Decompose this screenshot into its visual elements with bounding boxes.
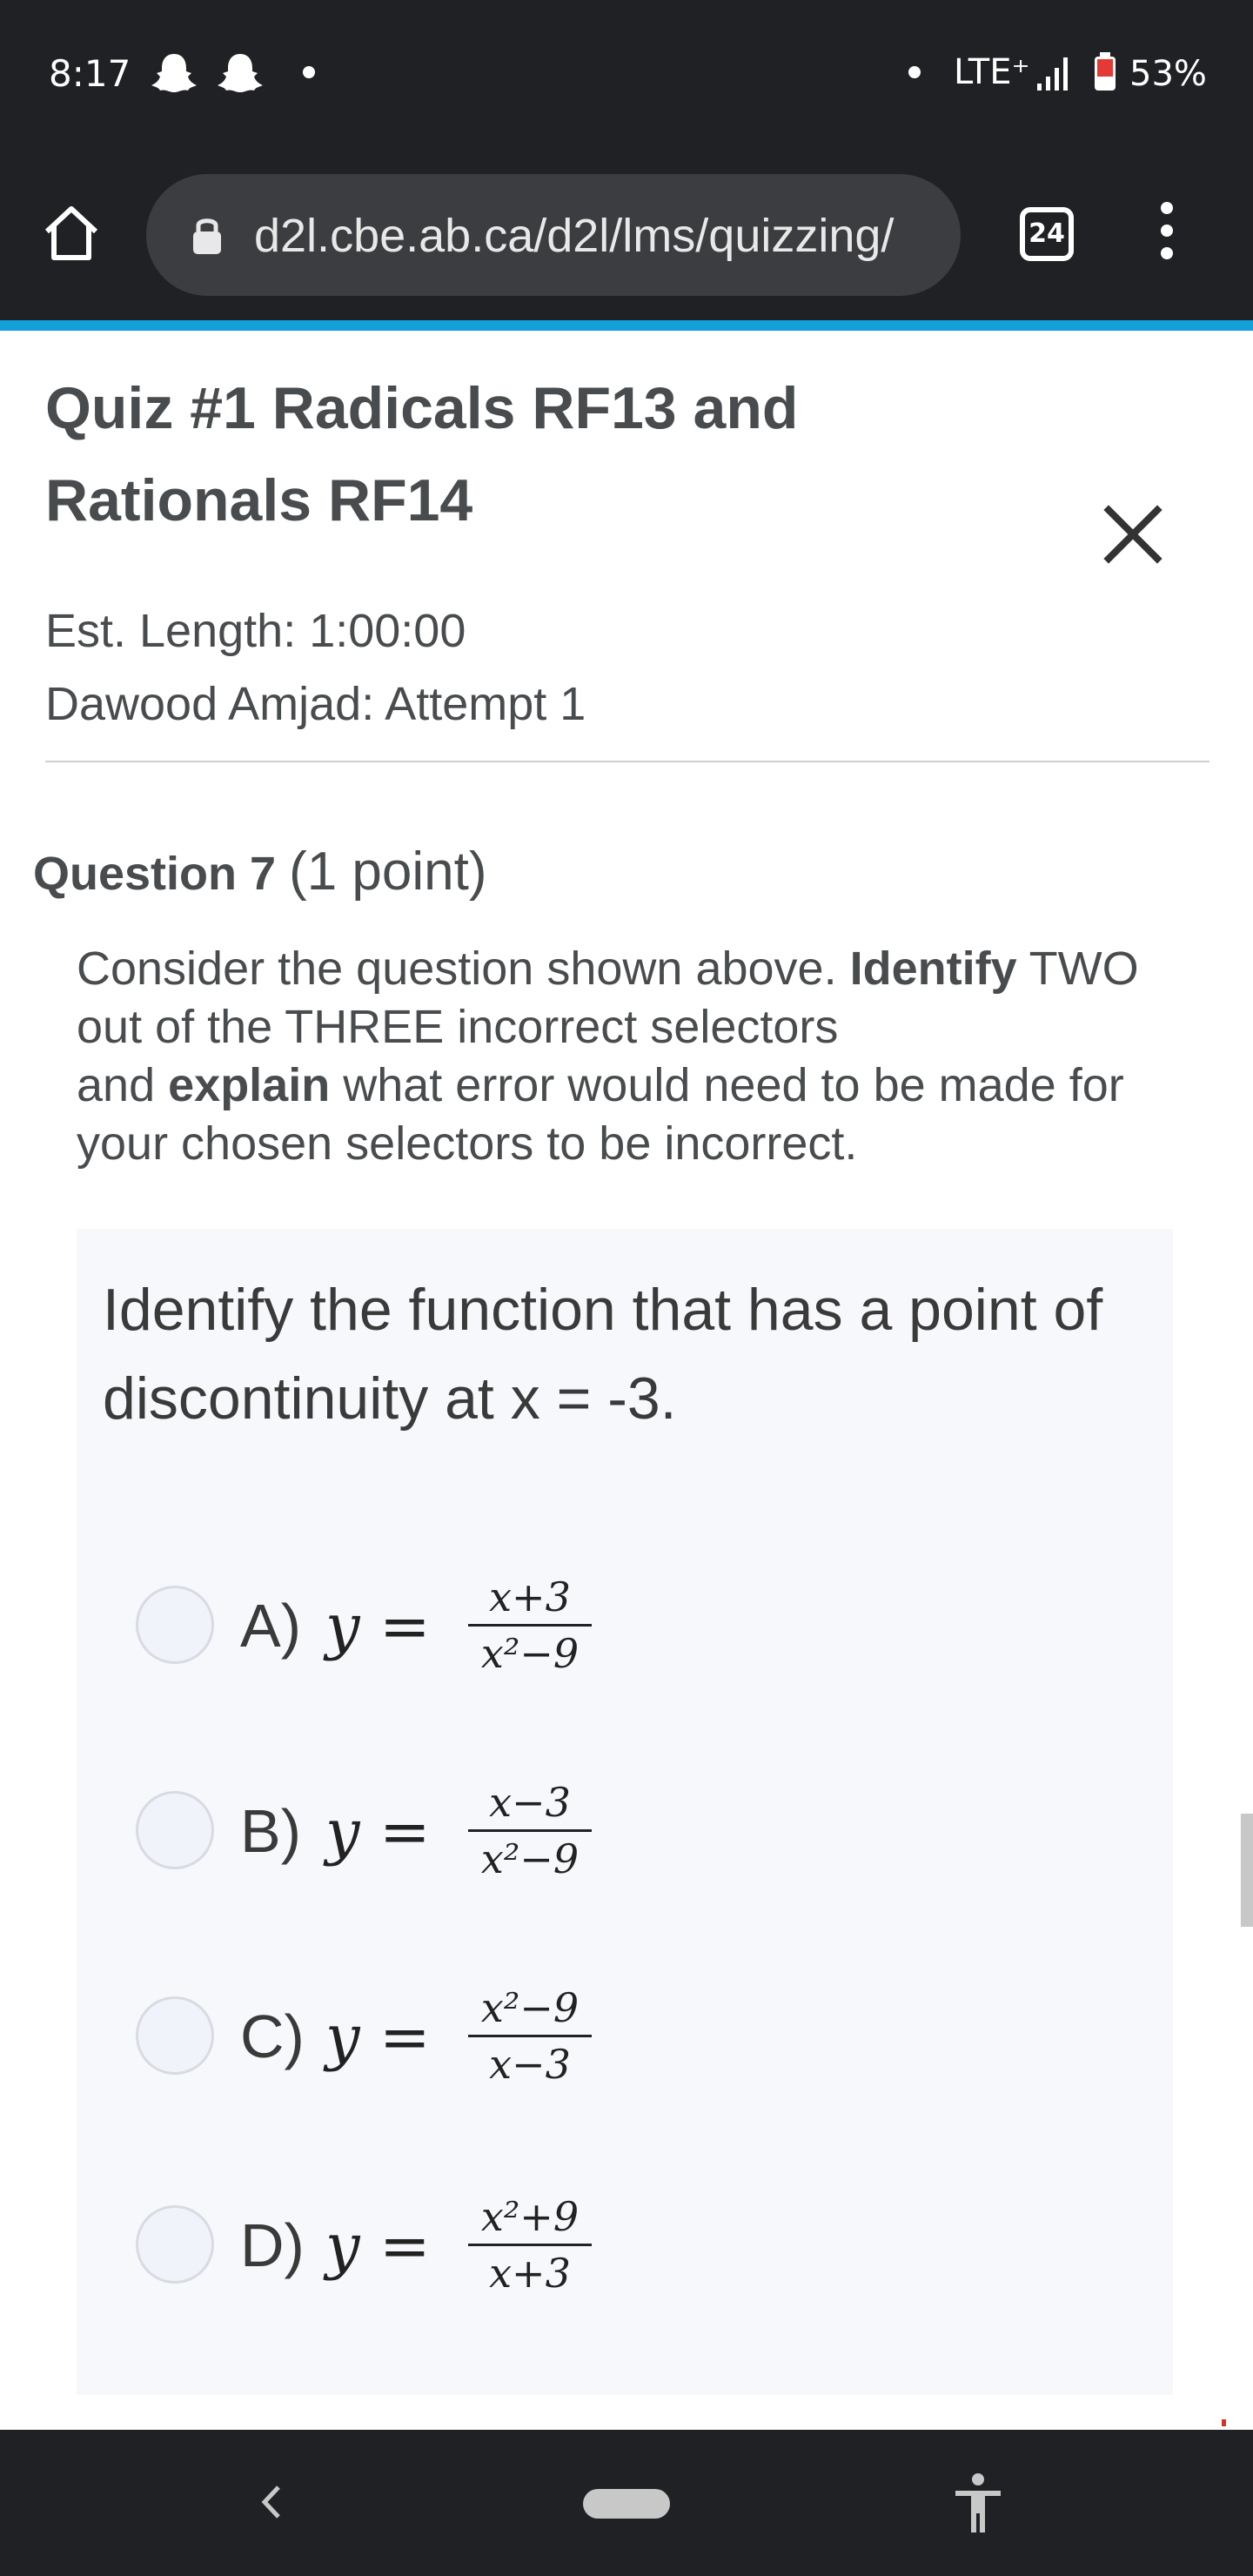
radio-button xyxy=(136,1586,214,1664)
page-progress-accent xyxy=(0,320,1253,331)
network-indicator: LTE⁺ xyxy=(954,52,1030,92)
close-icon[interactable] xyxy=(1102,503,1164,566)
address-bar[interactable]: d2l.cbe.ab.ca/d2l/lms/quizzing/ xyxy=(146,174,961,296)
prompt-bold-explain: explain xyxy=(168,1059,331,1111)
battery-icon xyxy=(1095,52,1116,91)
fraction-denominator: x²−9 xyxy=(480,1835,580,1882)
estimated-length: Est. Length: 1:00:00 xyxy=(45,605,466,657)
math-fraction: x+3 x²−9 xyxy=(465,1570,595,1680)
notification-dot-icon xyxy=(303,66,315,78)
math-fraction: x²−9 x−3 xyxy=(465,1981,595,2091)
battery-percent: 53% xyxy=(1129,54,1207,94)
quiz-title: Quiz #1 Radicals RF13 and Rationals RF14 xyxy=(45,375,799,533)
question-label: Question 7 xyxy=(33,848,277,900)
radio-button xyxy=(136,1996,214,2075)
math-variable: y xyxy=(325,2002,360,2073)
prompt-text: Consider the question shown above. xyxy=(77,943,837,995)
scrollbar-thumb[interactable] xyxy=(1241,1814,1253,1927)
option-letter: D) xyxy=(240,2211,305,2279)
accessibility-icon[interactable] xyxy=(952,2472,1004,2534)
math-variable: y xyxy=(325,2210,360,2282)
math-variable: y xyxy=(325,1591,360,1662)
url-text: d2l.cbe.ab.ca/d2l/lms/quizzing/ xyxy=(254,210,895,262)
back-chevron-icon[interactable] xyxy=(254,2480,289,2524)
math-equals: = xyxy=(379,2002,431,2073)
attempt-info: Dawood Amjad: Attempt 1 xyxy=(45,678,586,730)
fraction-numerator: x²+9 xyxy=(480,2193,580,2240)
option-c: C) y = x²−9 x−3 xyxy=(136,1981,745,2088)
status-bar: 8:17 LTE⁺ 53% xyxy=(0,0,1253,148)
home-pill-button[interactable] xyxy=(583,2489,670,2519)
radio-button xyxy=(136,1791,214,1869)
question-prompt: Consider the question shown above. Ident… xyxy=(77,940,1208,1173)
option-letter: C) xyxy=(240,2002,305,2070)
math-fraction: x−3 x²−9 xyxy=(465,1775,595,1886)
question-header: Question 7 (1 point) xyxy=(33,841,487,902)
embedded-question-text: Identify the function that has a point o… xyxy=(103,1277,1103,1432)
divider xyxy=(45,761,1209,762)
status-dot-icon xyxy=(908,66,921,78)
option-b: B) y = x−3 x²−9 xyxy=(136,1775,745,1882)
system-nav-bar xyxy=(0,2430,1253,2576)
browser-toolbar: d2l.cbe.ab.ca/d2l/lms/quizzing/ 24 xyxy=(0,148,1253,322)
option-letter: A) xyxy=(240,1592,301,1660)
snapchat-ghost-icon xyxy=(218,54,263,92)
option-a: A) y = x+3 x²−9 xyxy=(136,1570,745,1677)
math-variable: y xyxy=(325,1796,360,1868)
fraction-denominator: x²−9 xyxy=(480,1630,580,1677)
fraction-denominator: x−3 xyxy=(489,2041,571,2088)
math-equals: = xyxy=(379,2210,431,2282)
math-fraction: x²+9 x+3 xyxy=(465,2190,595,2300)
home-icon[interactable] xyxy=(40,202,103,265)
snapchat-ghost-icon xyxy=(151,54,197,92)
prompt-text: and xyxy=(77,1059,156,1111)
tab-switcher-button[interactable]: 24 xyxy=(1020,207,1074,261)
option-d: D) y = x²+9 x+3 xyxy=(136,2190,745,2297)
lock-icon xyxy=(193,218,221,254)
question-points: (1 point) xyxy=(289,842,487,902)
option-letter: B) xyxy=(240,1797,301,1865)
fraction-numerator: x−3 xyxy=(489,1779,571,1826)
signal-icon xyxy=(1037,57,1068,91)
red-marker xyxy=(1222,2419,1226,2426)
more-menu-icon[interactable] xyxy=(1154,202,1180,272)
radio-button xyxy=(136,2205,214,2284)
status-time: 8:17 xyxy=(49,52,131,95)
math-equals: = xyxy=(379,1796,431,1868)
fraction-numerator: x+3 xyxy=(489,1573,571,1620)
fraction-denominator: x+3 xyxy=(489,2250,571,2297)
math-equals: = xyxy=(379,1591,431,1662)
prompt-bold-identify: Identify xyxy=(849,943,1017,995)
fraction-numerator: x²−9 xyxy=(480,1984,580,2031)
